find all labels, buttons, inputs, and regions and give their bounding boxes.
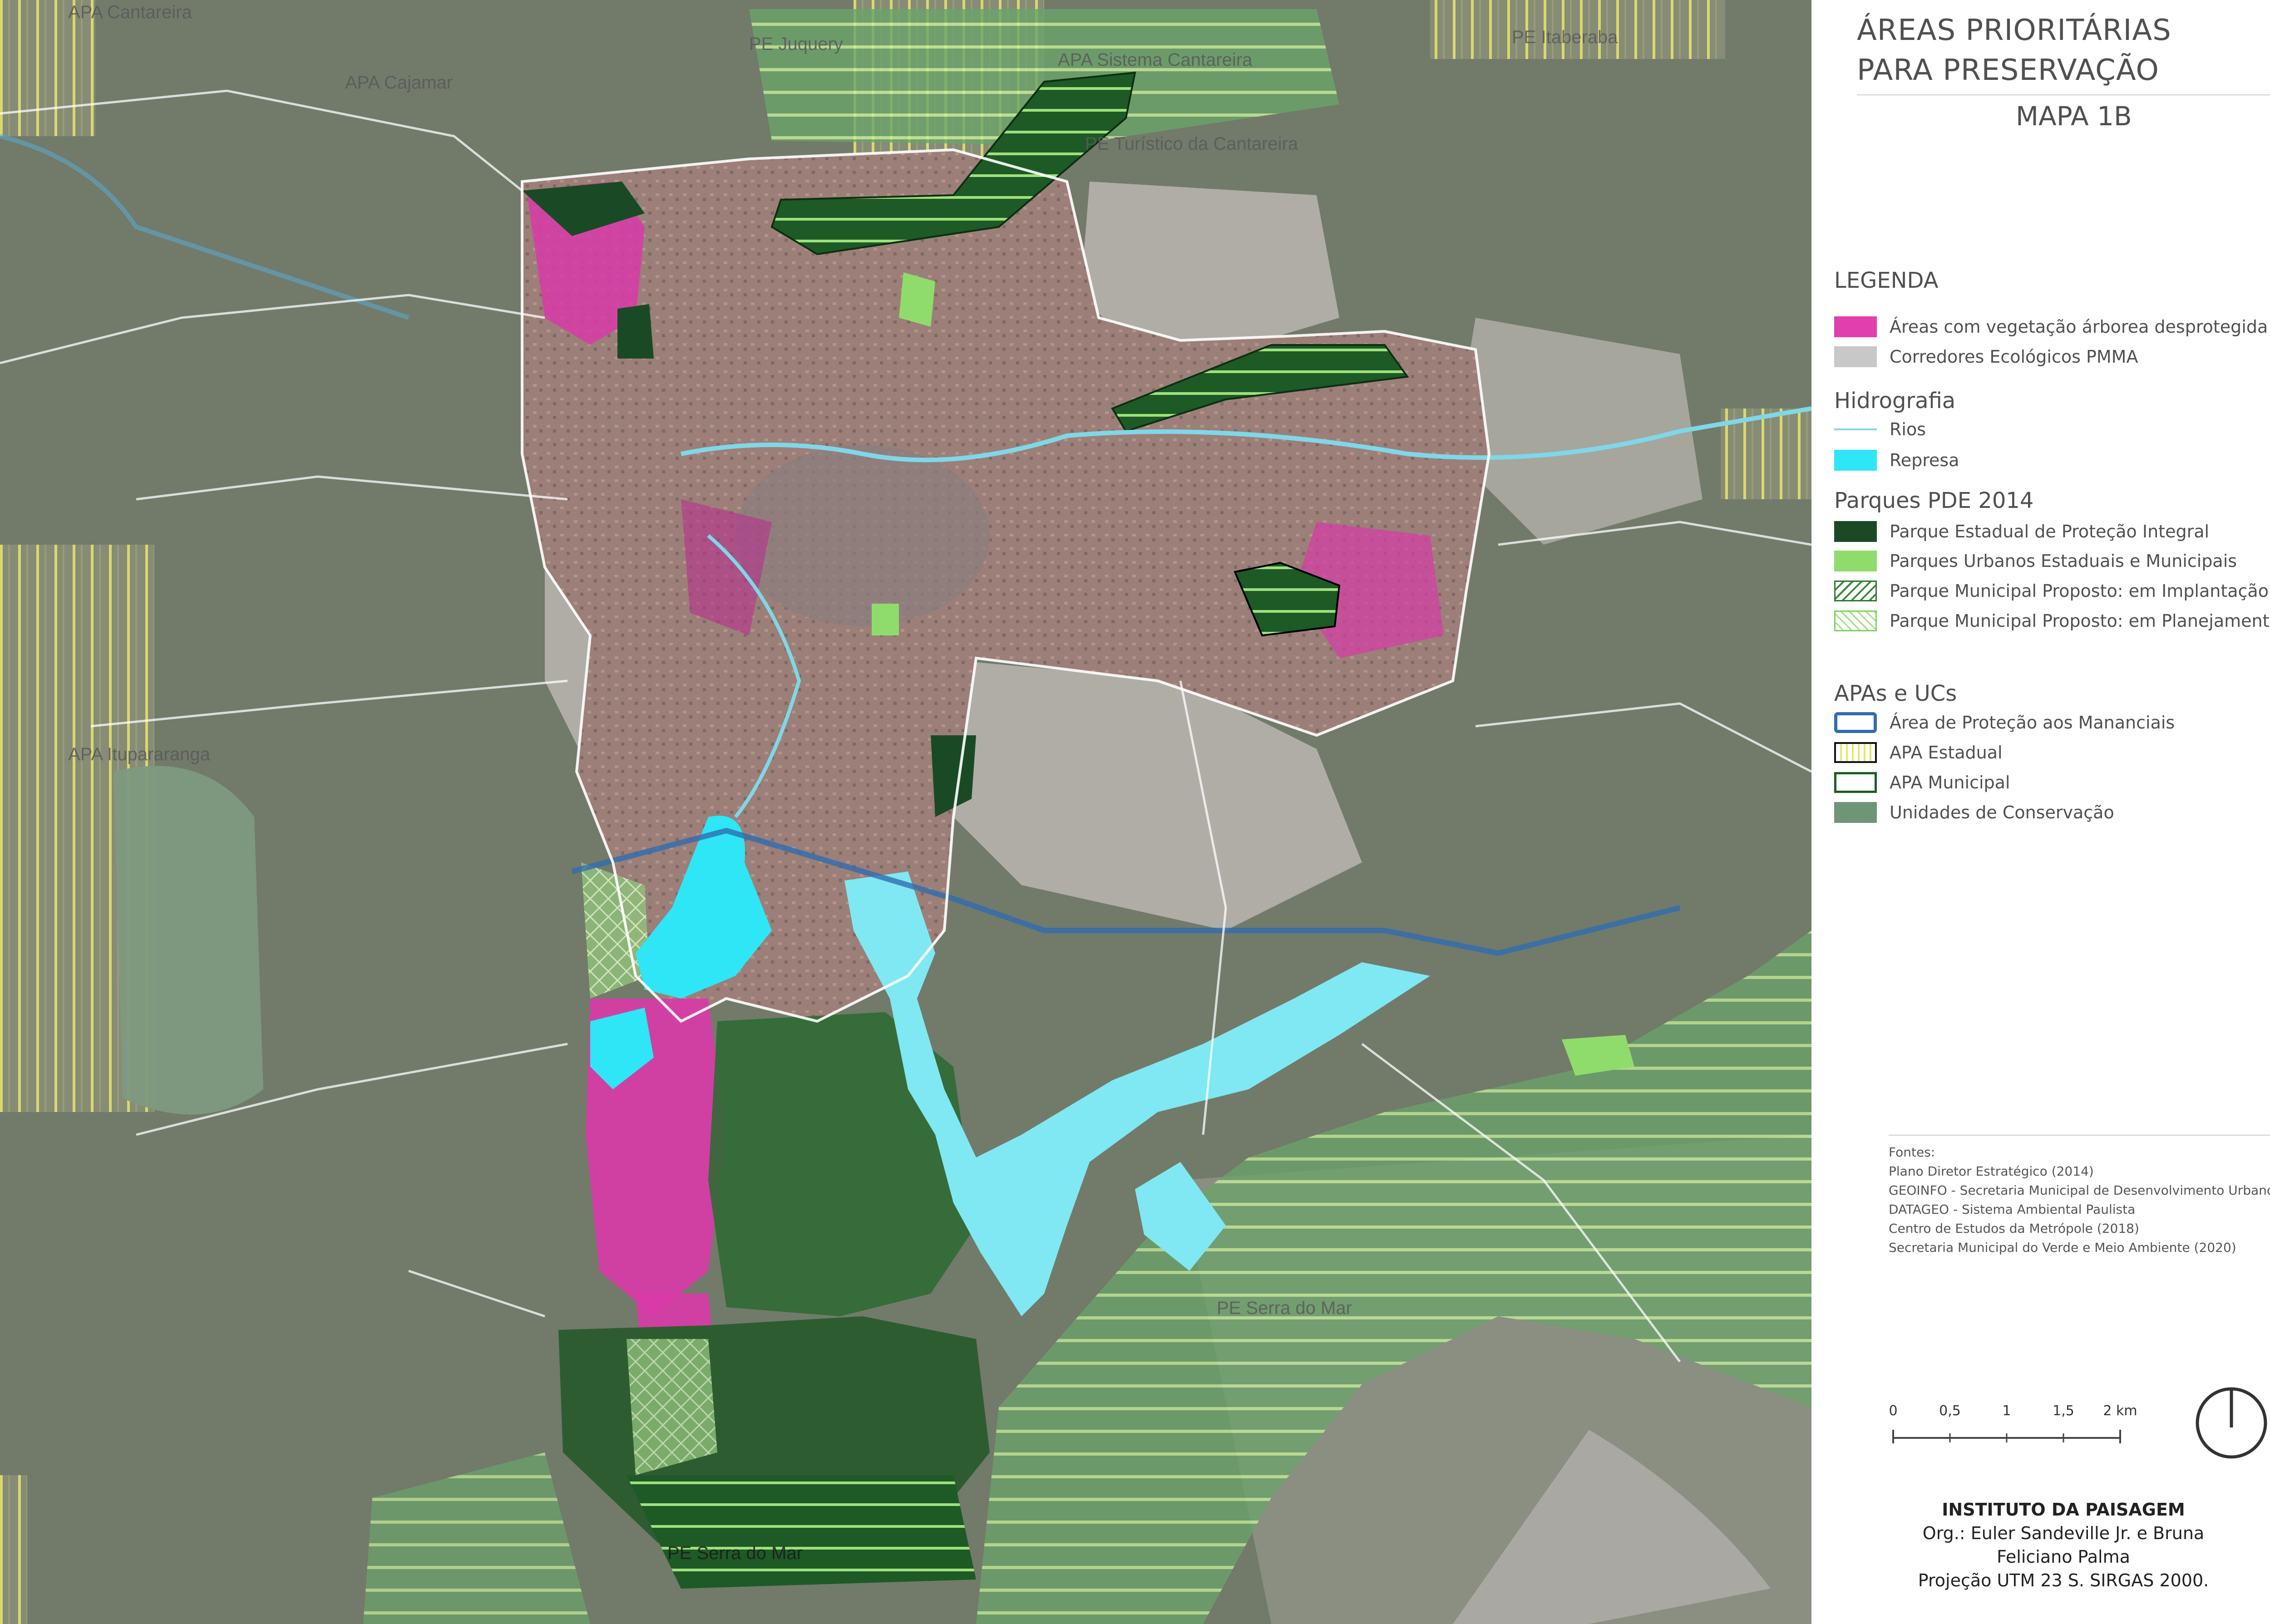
source-line: Centro de Estudos da Metrópole (2018) [1889,1221,2139,1236]
legend-item: Parques Urbanos Estaduais e Municipais [1834,549,2237,573]
legend-swatch-ecological-corridors [1834,346,1877,367]
organizers-cont: Feliciano Palma [1997,1547,2130,1567]
urban-park [872,604,899,635]
scale-tick-label: 2 km [2103,1403,2137,1419]
city-center [735,445,990,626]
pe-serra-do-mar-south [627,1475,976,1589]
proposed-park-planning [627,1339,717,1475]
scale-tick-label: 1 [2002,1403,2011,1419]
label-pe-serra-do-mar-south: PE Serra do Mar [667,1543,803,1563]
label-pe-itaberaba: PE Itaberaba [1512,27,1618,47]
legend-swatch-reservoir [1834,450,1877,471]
north-arrow-icon [2196,1387,2267,1459]
legend-label: Parque Municipal Proposto: em Implantaçã… [1890,581,2269,601]
label-apa-itupararanga: APA Itupararanga [68,744,211,764]
legend-swatch-apa-municipal [1834,772,1877,793]
legend-swatch-mananciais [1834,712,1877,733]
legend-item: APA Municipal [1834,771,2010,794]
label-apa-cajamar: APA Cajamar [345,73,453,93]
scale-tick-label: 0 [1889,1403,1897,1419]
label-pe-juquery: PE Juquery [749,34,843,54]
legend-label: APA Municipal [1890,773,2010,792]
source-line: GEOINFO - Secretaria Municipal de Desenv… [1889,1183,2270,1198]
label-pe-serra-do-mar-east: PE Serra do Mar [1217,1298,1352,1318]
legend-item: Parque Municipal Proposto: em Implantaçã… [1834,579,2269,603]
legend-item: Área de Proteção aos Mananciais [1834,711,2175,734]
source-line: Secretaria Municipal do Verde e Meio Amb… [1889,1240,2236,1255]
parks-heading: Parques PDE 2014 [1834,488,2034,513]
legend-label: Represa [1890,450,1959,470]
legend-swatch-park-planning [1834,610,1877,631]
urban-park [899,272,935,327]
organizers: Org.: Euler Sandeville Jr. e Bruna [1922,1523,2205,1543]
hydro-heading: Hidrografia [1834,388,1956,413]
legend-label: Parque Estadual de Proteção Integral [1890,522,2210,541]
legend-item: APA Estadual [1834,741,2003,764]
legend-label: APA Estadual [1890,743,2003,763]
legend-label: Parques Urbanos Estaduais e Municipais [1890,551,2237,571]
legend-item: Unidades de Conservação [1834,801,2114,824]
legend-label: Áreas com vegetação árborea desprotegida [1890,317,2268,337]
legend-swatch-rivers [1834,428,1877,430]
apa-itupararanga-area [114,766,263,1115]
credits-block: INSTITUTO DA PAISAGEM Org.: Euler Sandev… [1852,1498,2270,1592]
legend-label: Unidades de Conservação [1890,802,2114,822]
map-subtitle: MAPA 1B [2016,101,2132,132]
apa-heading: APAs e UCs [1834,681,1957,706]
label-apa-cantareira: APA Cantareira [68,2,192,22]
legend-item: Parque Estadual de Proteção Integral [1834,520,2209,543]
map-legend-panel: ÁREAS PRIORITÁRIAS PARA PRESERVAÇÃO MAPA… [1811,0,2270,1624]
legend-item: Áreas com vegetação árborea desprotegida [1834,315,2268,339]
state-park [617,304,654,359]
scale-tick-label: 1,5 [2053,1403,2074,1419]
legend-swatch-apa-estadual [1834,742,1877,763]
scale-bar: 0 0,5 1 1,5 2 km [1889,1403,2137,1443]
source-line: DATAGEO - Sistema Ambiental Paulista [1889,1202,2136,1217]
legend-swatch-urban-parks [1834,551,1877,571]
source-line: Plano Diretor Estratégico (2014) [1889,1164,2094,1179]
legend-item: Represa [1834,448,1959,472]
legend-item: Parque Municipal Proposto: em Planejamen… [1834,609,2270,633]
institution-name: INSTITUTO DA PAISAGEM [1942,1500,2185,1520]
title-divider [1857,94,2270,95]
legend-label: Corredores Ecológicos PMMA [1890,347,2138,367]
map-title-line1: ÁREAS PRIORITÁRIAS [1857,14,2171,47]
sources-block: Fontes: Plano Diretor Estratégico (2014)… [1889,1135,2270,1257]
scale-tick-label: 0,5 [1939,1403,1961,1419]
legend-heading: LEGENDA [1834,268,1939,293]
label-apa-sistema-cantareira: APA Sistema Cantareira [1058,50,1253,70]
map-title-line2: PARA PRESERVAÇÃO [1857,54,2159,87]
apa-municipal-south [708,1012,976,1316]
legend-label: Rios [1890,419,1926,439]
sources-heading: Fontes: [1889,1145,1935,1160]
legend-swatch-park-implementation [1834,581,1877,601]
legend-swatch-conservation-units [1834,802,1877,823]
legend-swatch-state-park [1834,521,1877,542]
legend-swatch-unprotected-vegetation [1834,316,1877,337]
label-pe-cantareira: PE Turístico da Cantareira [1085,134,1298,154]
legend-item: Corredores Ecológicos PMMA [1834,345,2138,369]
map-area[interactable]: APA Cantareira PE Juquery APA Cajamar AP… [0,0,1811,1624]
projection-info: Projeção UTM 23 S. SIRGAS 2000. [1918,1570,2209,1590]
legend-item: Rios [1834,418,1926,441]
apa-estadual-region [0,1475,27,1624]
legend-label: Parque Municipal Proposto: em Planejamen… [1890,611,2270,631]
map-canvas: APA Cantareira PE Juquery APA Cajamar AP… [0,0,1811,1624]
legend-label: Área de Proteção aos Mananciais [1890,713,2175,733]
